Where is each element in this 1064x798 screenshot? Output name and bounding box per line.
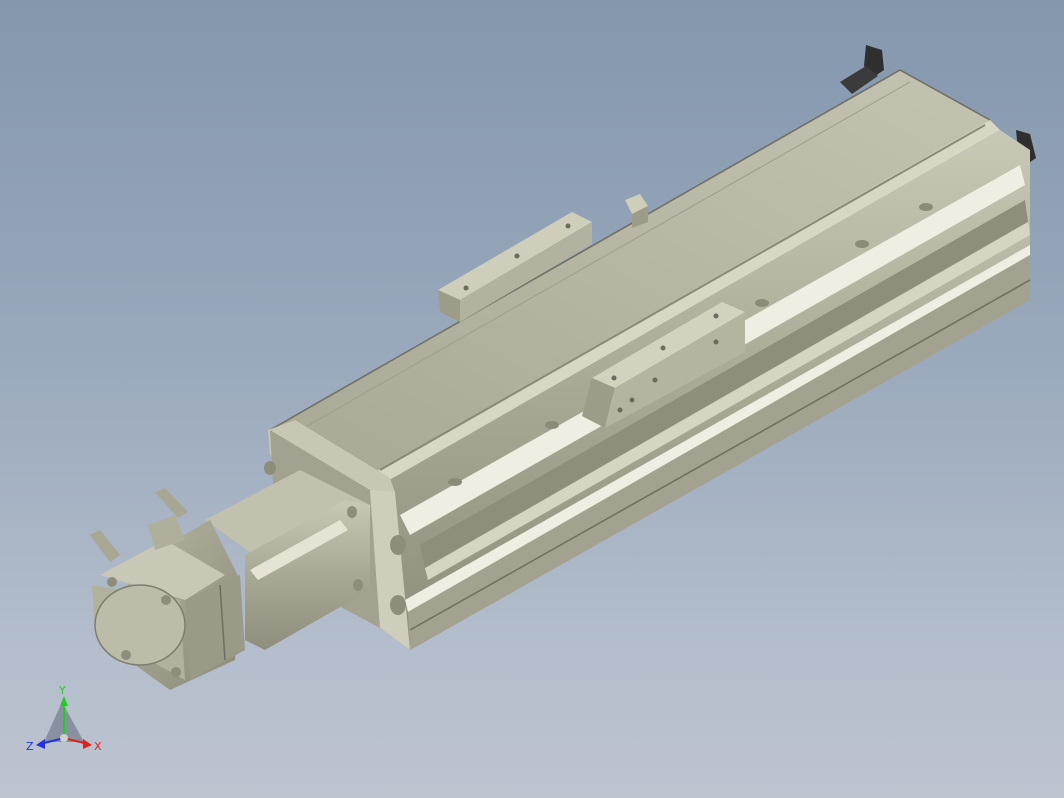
linear-actuator-model[interactable] [0,0,1064,798]
3d-viewport[interactable]: Y X Z [0,0,1064,798]
axis-triad[interactable]: Y X Z [22,680,112,760]
z-axis-label: Z [26,740,34,753]
axis-triad-graphic [36,696,92,749]
x-axis-label: X [94,740,102,753]
y-axis-label: Y [58,684,66,697]
